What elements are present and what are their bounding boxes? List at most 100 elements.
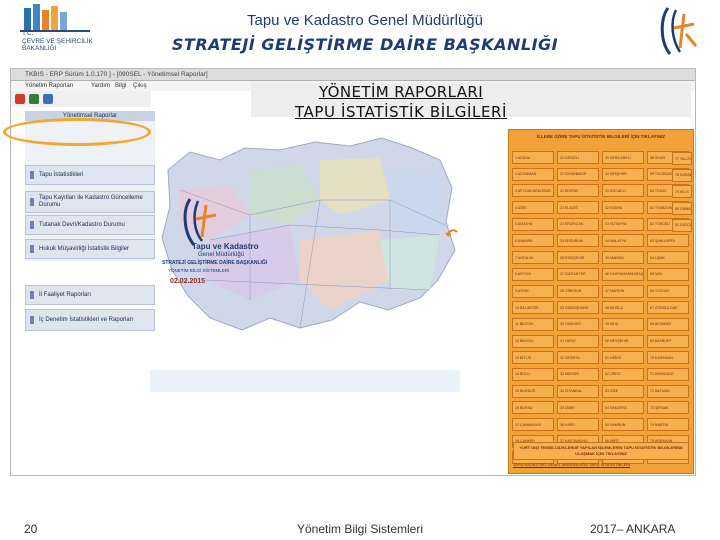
footer-center-text: Yönetim Bilgi Sistemleri xyxy=(296,522,424,536)
province-cell[interactable]: 26 ESKİŞEHİR xyxy=(557,251,599,265)
sidebar-item-kadastro-guncelleme[interactable]: Tapu Kayıtları ile Kadastro Güncelleme D… xyxy=(25,191,155,213)
province-cell[interactable]: 55 SAMSUN xyxy=(602,418,644,431)
province-cell[interactable]: 29 GÜMÜŞHANE xyxy=(557,301,599,315)
province-cell[interactable]: 15 BURDUR xyxy=(512,384,554,398)
ministry-logo-line: T.C. xyxy=(22,30,34,37)
sidebar-item-tutanak-devri[interactable]: Tutanak Devri/Kadastro Durumu xyxy=(25,215,155,235)
province-cell[interactable]: 80 OSMANİYE xyxy=(672,202,692,216)
map-logo-sub: Genel Müdürlüğü xyxy=(198,252,245,258)
slide-number: 20 xyxy=(24,522,38,536)
province-cell[interactable]: 4 AĞRI xyxy=(512,201,554,215)
province-cell[interactable]: 53 RİZE xyxy=(602,384,644,398)
province-cell[interactable]: 10 BALIKESİR xyxy=(512,301,554,315)
overseas-statistics-button[interactable]: YURT DIŞI TEMSİLCİLİKLERDE YAPILAN İŞLEM… xyxy=(513,442,689,460)
province-cell[interactable]: 44 MALATYA xyxy=(602,234,644,248)
sidebar-item-label: Tapu İstatistikleri xyxy=(39,171,84,178)
home-icon[interactable] xyxy=(15,94,25,104)
province-cell[interactable]: 63 ŞANLIURFA xyxy=(647,234,689,248)
province-cell[interactable]: 69 BAYBURT xyxy=(647,334,689,348)
province-panel-header: İLLERE GÖRE TAPU İSTATİSTİK BİLGİLERİ İÇ… xyxy=(536,134,666,139)
report-subtitle: TAPU İSTATİSTİK BİLGİLERİ xyxy=(294,103,508,121)
province-cell[interactable]: 5 AMASYA xyxy=(512,217,554,231)
province-cell[interactable]: 51 NİĞDE xyxy=(602,351,644,365)
sidebar-item-hukuk-musavirligi[interactable]: Hukuk Müşavirliği İstatistik Bilgiler xyxy=(25,239,155,259)
province-cell[interactable]: 3 AFYONKARAHİSAR xyxy=(512,184,554,198)
province-cell[interactable]: 33 MERSİN xyxy=(557,367,599,381)
province-cell[interactable]: 68 AKSARAY xyxy=(647,317,689,331)
province-cell[interactable]: 21 DİYARBAKIR xyxy=(557,167,599,181)
province-cell[interactable]: 34 İSTANBUL xyxy=(557,384,599,398)
province-cell[interactable]: 2 ADIYAMAN xyxy=(512,167,554,181)
selection-highlight xyxy=(3,118,151,146)
province-cell[interactable]: 47 MARDİN xyxy=(602,284,644,298)
province-cell[interactable]: 36 KARS xyxy=(557,418,599,431)
province-cell[interactable]: 39 KIRKLARELİ xyxy=(602,151,644,164)
province-cell[interactable]: 72 BATMAN xyxy=(647,384,689,398)
province-cell[interactable]: 8 ARTVİN xyxy=(512,267,554,281)
province-cell[interactable]: 42 KONYA xyxy=(602,201,644,215)
province-cell[interactable]: 35 İZMİR xyxy=(557,401,599,415)
sidebar-item-il-faaliyet[interactable]: İl Faaliyet Raporları xyxy=(25,285,155,305)
province-cell[interactable]: 66 YOZGAT xyxy=(647,284,689,298)
province-cell[interactable]: 64 UŞAK xyxy=(647,251,689,265)
statistics-link[interactable]: TAPU KADASTRO GENEL MÜDÜRLÜĞÜ TAPU İSTAT… xyxy=(513,462,689,467)
menu-item-reports[interactable]: Yönetim Raporları xyxy=(25,81,73,91)
province-cell[interactable]: 9 AYDIN xyxy=(512,284,554,298)
province-cell[interactable]: 7 ANTALYA xyxy=(512,251,554,265)
province-cell[interactable]: 70 KARAMAN xyxy=(647,351,689,365)
province-cell[interactable]: 14 BOLU xyxy=(512,367,554,381)
refresh-icon[interactable] xyxy=(29,94,39,104)
province-cell[interactable]: 73 ŞIRNAK xyxy=(647,401,689,415)
province-cell[interactable]: 11 BİLECİK xyxy=(512,317,554,331)
province-cell[interactable]: 77 YALOVA xyxy=(672,152,692,165)
province-cell[interactable]: 71 KIRIKKALE xyxy=(647,367,689,381)
province-cell[interactable]: 16 BURSA xyxy=(512,401,554,415)
province-cell[interactable]: 65 VAN xyxy=(647,267,689,281)
province-cell[interactable]: 67 ZONGULDAK xyxy=(647,301,689,315)
province-cell[interactable]: 45 MANİSA xyxy=(602,251,644,265)
province-cell[interactable]: 22 EDİRNE xyxy=(557,184,599,198)
province-cell[interactable]: 46 KAHRAMANMARAŞ xyxy=(602,267,644,281)
province-cell[interactable]: 54 SAKARYA xyxy=(602,401,644,415)
province-cell[interactable]: 20 DENİZLİ xyxy=(557,151,599,164)
province-cell[interactable]: 31 HATAY xyxy=(557,334,599,348)
bullet-icon xyxy=(30,221,34,229)
province-cell[interactable]: 79 KİLİS xyxy=(672,185,692,199)
province-cell[interactable]: 6 ANKARA xyxy=(512,234,554,248)
sidebar-item-ic-denetim[interactable]: İç Denetim İstatistikleri ve Raporları xyxy=(25,309,155,331)
province-cell[interactable]: 23 ELAZIĞ xyxy=(557,201,599,215)
province-cell[interactable]: 27 GAZİANTEP xyxy=(557,267,599,281)
menu-item-exit[interactable]: Çıkış xyxy=(133,81,147,91)
province-cell[interactable]: 52 ORDU xyxy=(602,367,644,381)
map-logo-brand: Tapu ve Kadastro xyxy=(192,242,259,251)
province-cell[interactable]: 41 KOCAELİ xyxy=(602,184,644,198)
page-subtitle: STRATEJİ GELİŞTİRME DAİRE BAŞKANLIĞI xyxy=(171,35,559,54)
bullet-icon xyxy=(30,245,34,253)
province-cell[interactable]: 50 NEVŞEHİR xyxy=(602,334,644,348)
province-cell[interactable]: 74 BARTIN xyxy=(647,418,689,431)
report-title: YÖNETİM RAPORLARI xyxy=(318,83,484,101)
province-cell[interactable]: 13 BİTLİS xyxy=(512,351,554,365)
sidebar-item-label: İç Denetim İstatistikleri ve Raporları xyxy=(39,316,134,323)
back-arrow-icon[interactable] xyxy=(445,228,459,242)
province-cell[interactable]: 40 KIRŞEHİR xyxy=(602,167,644,181)
print-icon[interactable] xyxy=(43,94,53,104)
bullet-icon xyxy=(30,291,34,299)
province-cell[interactable]: 30 HAKKARİ xyxy=(557,317,599,331)
sidebar-item-tapu-istatistikleri[interactable]: Tapu İstatistikleri xyxy=(25,165,155,185)
province-cell[interactable]: 24 ERZİNCAN xyxy=(557,217,599,231)
province-cell[interactable]: 81 DÜZCE xyxy=(672,218,692,232)
province-cell[interactable]: 17 ÇANAKKALE xyxy=(512,418,554,431)
tkgm-logo-icon xyxy=(660,7,698,55)
province-cell[interactable]: 32 ISPARTA xyxy=(557,351,599,365)
province-cell[interactable]: 28 GİRESUN xyxy=(557,284,599,298)
province-cell[interactable]: 48 MUĞLA xyxy=(602,301,644,315)
menu-item-info[interactable]: Bilgi xyxy=(115,81,126,91)
province-cell[interactable]: 78 KARABÜK xyxy=(672,168,692,182)
province-cell[interactable]: 25 ERZURUM xyxy=(557,234,599,248)
menu-item-help[interactable]: Yardım xyxy=(91,81,110,91)
province-cell[interactable]: 12 BİNGÖL xyxy=(512,334,554,348)
province-cell[interactable]: 49 MUŞ xyxy=(602,317,644,331)
province-cell[interactable]: 1 ADANA xyxy=(512,151,554,164)
province-cell[interactable]: 43 KÜTAHYA xyxy=(602,217,644,231)
